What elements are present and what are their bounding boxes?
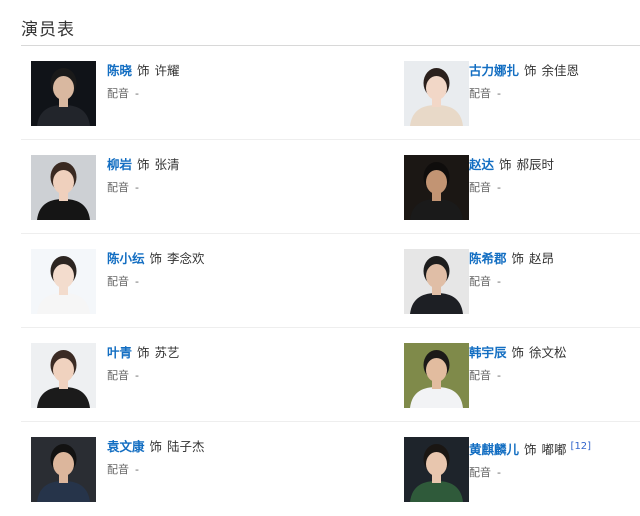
dub-value: - [497, 466, 501, 480]
actor-photo-gulinazha [404, 61, 469, 126]
role-name: 苏艺 [154, 345, 180, 360]
role-name: 余佳恩 [541, 63, 580, 78]
actor-photo[interactable] [31, 155, 96, 220]
actor-photo[interactable] [31, 249, 96, 314]
actor-name-link[interactable]: 古力娜扎 [469, 63, 519, 78]
dub-value: - [135, 463, 139, 476]
role-name: 赵昂 [529, 251, 555, 266]
actor-photo[interactable] [31, 61, 96, 126]
cast-item: 赵达饰郝辰时 配音 - [393, 140, 640, 234]
actor-photo[interactable] [404, 155, 469, 220]
citation-reference-link[interactable]: [12] [571, 441, 592, 452]
cast-item: 古力娜扎饰余佳恩 配音 - [393, 46, 640, 140]
role-name: 徐文松 [529, 345, 567, 360]
role-name: 郝辰时 [516, 157, 555, 172]
dub-value: - [497, 275, 501, 288]
actor-name-link[interactable]: 柳岩 [107, 157, 132, 172]
section-title: 演员表 [21, 20, 75, 40]
role-connector: 饰 [149, 251, 163, 266]
actor-photo-ye-qing [31, 343, 96, 408]
cast-item: 叶青饰苏艺 配音 - [21, 328, 393, 422]
cast-item: 袁文康饰陆子杰 配音 - [21, 422, 393, 516]
dub-label: 配音 [107, 369, 129, 382]
dub-label: 配音 [469, 369, 491, 382]
dub-value: - [497, 369, 501, 382]
actor-photo-han-yuchen [404, 343, 469, 408]
actor-name-link[interactable]: 叶青 [107, 345, 132, 360]
role-connector: 饰 [524, 442, 537, 458]
dub-value: - [497, 87, 501, 100]
role-name: 陆子杰 [167, 439, 205, 454]
actor-photo-yuan-wenkang [31, 437, 96, 502]
dub-label: 配音 [107, 87, 129, 100]
dub-label: 配音 [469, 181, 491, 194]
actor-photo[interactable] [404, 343, 469, 408]
role-name: 许耀 [154, 63, 180, 78]
dub-value: - [497, 181, 501, 194]
actor-name-link[interactable]: 赵达 [469, 157, 494, 172]
role-name: 张清 [154, 157, 180, 172]
actor-name-link[interactable]: 黄麒麟儿 [469, 442, 519, 457]
role-connector: 饰 [137, 157, 150, 172]
actor-name-link[interactable]: 陈小纭 [107, 251, 145, 266]
actor-photo-zhao-da [404, 155, 469, 220]
actor-photo-chen-xiaoyun [31, 249, 96, 314]
cast-item: 柳岩饰张清 配音 - [21, 140, 393, 234]
actor-name-link[interactable]: 韩宇辰 [469, 345, 507, 360]
role-name: 嘟嘟 [541, 442, 567, 458]
role-connector: 饰 [149, 439, 163, 454]
dub-label: 配音 [107, 463, 129, 476]
role-connector: 饰 [499, 157, 512, 172]
actor-photo-liu-yan [31, 155, 96, 220]
actor-photo-chen-xijun [404, 249, 469, 314]
cast-item: 黄麒麟儿饰嘟嘟 [12] 配音 - [393, 422, 640, 516]
actor-photo[interactable] [404, 249, 469, 314]
role-connector: 饰 [137, 345, 150, 360]
cast-item: 韩宇辰饰徐文松 配音 - [393, 328, 640, 422]
cast-item: 陈晓饰许耀 配音 - [21, 46, 393, 140]
role-connector: 饰 [511, 345, 525, 360]
dub-label: 配音 [107, 275, 129, 288]
dub-value: - [135, 369, 139, 382]
dub-value: - [135, 181, 139, 194]
dub-value: - [135, 87, 139, 100]
actor-photo-huang-qilin [404, 437, 469, 502]
cast-item: 陈小纭饰李念欢 配音 - [21, 234, 393, 328]
role-connector: 饰 [524, 63, 537, 78]
actor-photo[interactable] [31, 343, 96, 408]
dub-label: 配音 [469, 87, 491, 100]
actor-name-link[interactable]: 袁文康 [107, 439, 145, 454]
actor-photo[interactable] [404, 437, 469, 502]
dub-value: - [135, 275, 139, 288]
dub-label: 配音 [107, 181, 129, 194]
cast-grid: 陈晓饰许耀 配音 - 古力娜扎饰余佳恩 配音 - 柳岩饰张清 配音 - 赵达饰郝辰时 … [21, 46, 640, 516]
actor-name-link[interactable]: 陈晓 [107, 63, 132, 78]
role-name: 李念欢 [167, 251, 205, 266]
dub-label: 配音 [469, 275, 491, 288]
dub-label: 配音 [469, 466, 491, 480]
actor-photo[interactable] [404, 61, 469, 126]
actor-name-link[interactable]: 陈希郡 [469, 251, 507, 266]
actor-photo-chen-xiao [31, 61, 96, 126]
role-connector: 饰 [511, 251, 525, 266]
actor-photo[interactable] [31, 437, 96, 502]
cast-item: 陈希郡饰赵昂 配音 - [393, 234, 640, 328]
role-connector: 饰 [137, 63, 150, 78]
